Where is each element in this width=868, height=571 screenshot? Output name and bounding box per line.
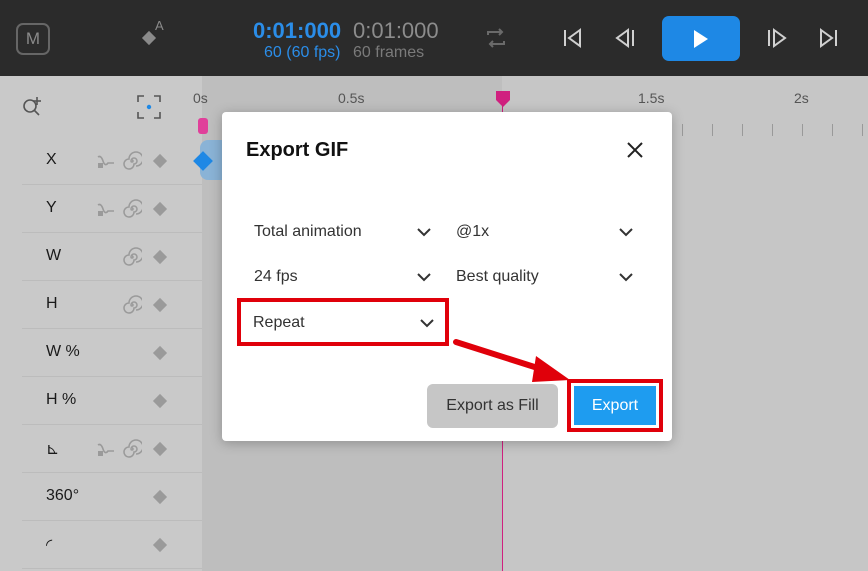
chevron-down-icon	[420, 319, 434, 328]
dialog-title: Export GIF	[246, 139, 349, 161]
ruler-tick	[742, 124, 743, 136]
property-label: Y	[46, 199, 57, 216]
property-row-y[interactable]: Y	[22, 185, 202, 233]
skip-to-end-button[interactable]	[815, 25, 841, 51]
keyframe-diamond-icon[interactable]	[150, 439, 170, 459]
spiral-icon[interactable]	[122, 295, 144, 315]
fps-select[interactable]: 24 fps	[244, 258, 440, 296]
property-row-corner-radius[interactable]: ◜	[22, 521, 202, 569]
scale-select[interactable]: @1x	[446, 213, 642, 251]
keyframe-diamond-icon[interactable]	[150, 343, 170, 363]
range-select[interactable]: Total animation	[244, 213, 440, 251]
property-row-h[interactable]: H	[22, 281, 202, 329]
spiral-icon[interactable]	[122, 199, 144, 219]
zoom-in-icon	[23, 97, 41, 116]
property-row-h-percent[interactable]: H %	[22, 377, 202, 425]
export-gif-dialog: Export GIF Total animation @1x 24 fps Be…	[222, 112, 672, 441]
ruler-tick	[682, 124, 683, 136]
previous-frame-button[interactable]	[612, 25, 638, 51]
keyframe-diamond-icon[interactable]	[150, 535, 170, 555]
ruler-tick	[772, 124, 773, 136]
fit-to-view-button[interactable]	[136, 94, 162, 120]
ruler-label: 0.5s	[338, 90, 365, 106]
property-row-x[interactable]: X	[22, 137, 202, 185]
frames-label: 60 frames	[353, 44, 425, 61]
chevron-down-icon	[417, 273, 431, 282]
property-row-skew[interactable]: ⊾	[22, 425, 202, 473]
current-time: 0:01:000	[253, 18, 342, 43]
auto-key-letter: A	[155, 18, 164, 33]
annotation-arrow-icon	[453, 339, 570, 382]
property-label: W %	[46, 343, 80, 360]
range-select-value: Total animation	[254, 223, 362, 240]
keyframe-diamond-icon[interactable]	[150, 247, 170, 267]
property-row-rotation[interactable]: 360°	[22, 473, 202, 521]
scale-select-value: @1x	[456, 223, 490, 240]
keyframe-diamond-icon[interactable]	[150, 151, 170, 171]
property-row-w[interactable]: W	[22, 233, 202, 281]
ease-icon[interactable]	[96, 151, 116, 171]
quality-select-value: Best quality	[456, 268, 539, 285]
ease-icon[interactable]	[96, 199, 116, 219]
fps-select-value: 24 fps	[254, 268, 298, 285]
property-label: H %	[46, 391, 77, 408]
next-frame-button[interactable]	[764, 25, 790, 51]
play-icon	[694, 30, 708, 48]
skip-end-icon	[820, 28, 837, 48]
keyframe-diamond-icon[interactable]	[150, 199, 170, 219]
property-label: W	[46, 247, 62, 264]
playhead-icon	[496, 91, 510, 107]
step-back-icon	[615, 28, 634, 48]
ease-icon[interactable]	[96, 439, 116, 459]
auto-key-button[interactable]: A	[140, 18, 170, 48]
ruler-label: 1.5s	[638, 90, 665, 106]
fit-view-icon	[137, 95, 161, 119]
property-label: X	[46, 151, 57, 168]
property-label: H	[46, 295, 58, 312]
spiral-icon[interactable]	[122, 247, 144, 267]
property-row-w-percent[interactable]: W %	[22, 329, 202, 377]
spiral-icon[interactable]	[122, 439, 144, 459]
properties-panel: X Y W H W % H % ⊾ 360° ◜	[0, 76, 202, 571]
fps-label[interactable]: 60 (60 fps)	[264, 44, 340, 62]
play-button[interactable]	[662, 16, 740, 61]
chevron-down-icon	[619, 273, 633, 282]
zoom-in-button[interactable]	[20, 94, 44, 118]
playhead-handle[interactable]	[495, 90, 511, 108]
chevron-down-icon	[619, 228, 633, 237]
ruler-tick	[832, 124, 833, 136]
loop-icon	[487, 28, 505, 48]
ruler-tick	[712, 124, 713, 136]
ruler-label: 2s	[794, 90, 809, 106]
ruler-tick	[862, 124, 863, 136]
chevron-down-icon	[417, 228, 431, 237]
ruler-tick	[802, 124, 803, 136]
skip-start-icon	[564, 28, 581, 48]
range-start-handle[interactable]	[198, 118, 208, 134]
mode-button[interactable]: M	[16, 23, 50, 55]
keyframe-diamond-icon[interactable]	[150, 391, 170, 411]
quality-select[interactable]: Best quality	[446, 258, 642, 296]
total-time[interactable]: 0:01:000	[353, 18, 439, 44]
top-toolbar: M A 0:01:000 0:01:000 60 (60 fps) 60 fra…	[0, 0, 868, 76]
step-forward-icon	[768, 28, 787, 48]
property-label: ◜	[46, 537, 53, 554]
close-button[interactable]	[624, 139, 646, 161]
skip-to-start-button[interactable]	[560, 25, 586, 51]
ruler-label: 0s	[193, 90, 208, 106]
keyframe-diamond-icon[interactable]	[150, 295, 170, 315]
property-label: 360°	[46, 487, 80, 504]
close-icon	[627, 142, 643, 158]
loop-select-value: Repeat	[253, 314, 305, 331]
export-as-fill-button[interactable]: Export as Fill	[427, 384, 558, 428]
spiral-icon[interactable]	[122, 151, 144, 171]
keyframe-diamond-icon[interactable]	[150, 487, 170, 507]
export-button[interactable]: Export	[574, 386, 656, 425]
loop-toggle-button[interactable]	[483, 25, 509, 51]
property-label: ⊾	[46, 441, 60, 458]
loop-select[interactable]: Repeat	[237, 298, 449, 346]
